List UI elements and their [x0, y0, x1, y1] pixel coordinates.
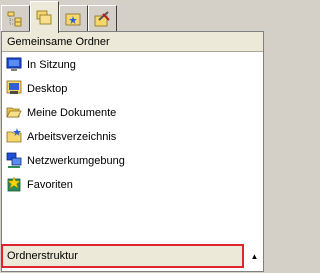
list-item-desktop[interactable]: Desktop [2, 77, 263, 101]
favorites-icon [7, 176, 21, 192]
folder-structure-button[interactable]: Ordnerstruktur [1, 244, 244, 268]
open-folder-icon [6, 107, 22, 118]
list-item-meine-dokumente[interactable]: Meine Dokumente [2, 101, 263, 125]
folder-star-icon [65, 13, 81, 26]
network-icon [6, 152, 22, 168]
folder-star-icon [6, 128, 22, 143]
list-item-label: Arbeitsverzeichnis [27, 131, 117, 143]
expand-arrow-icon[interactable]: ▲ [247, 248, 262, 266]
list-item-in-sitzung[interactable]: In Sitzung [2, 53, 263, 77]
list-item-label: Meine Dokumente [27, 107, 117, 119]
panel-header: Gemeinsame Ordner [2, 32, 263, 52]
tab-tools[interactable] [88, 5, 117, 31]
list-item-arbeitsverzeichnis[interactable]: Arbeitsverzeichnis [2, 125, 263, 149]
list-item-label: Favoriten [27, 179, 73, 191]
list-item-label: Netzwerkumgebung [27, 155, 125, 167]
list-item-label: In Sitzung [27, 59, 76, 71]
desktop-icon [6, 80, 22, 94]
tab-folder-tree[interactable] [1, 5, 30, 31]
folder-structure-label: Ordnerstruktur [7, 250, 78, 262]
list-item-label: Desktop [27, 83, 68, 95]
tab-bar [0, 0, 266, 33]
folder-list: In Sitzung Desktop Meine Dokumente Arbei… [2, 53, 263, 197]
folder-tools-icon [94, 11, 110, 27]
folder-panel: Gemeinsame Ordner In Sitzung Desktop Mei… [1, 31, 264, 272]
list-item-favoriten[interactable]: Favoriten [2, 173, 263, 197]
tab-folders[interactable] [30, 1, 59, 33]
folders-icon [36, 10, 52, 25]
monitor-icon [6, 57, 22, 71]
folder-tree-icon [7, 11, 22, 27]
list-item-netzwerkumgebung[interactable]: Netzwerkumgebung [2, 149, 263, 173]
tab-favorites[interactable] [59, 5, 88, 31]
